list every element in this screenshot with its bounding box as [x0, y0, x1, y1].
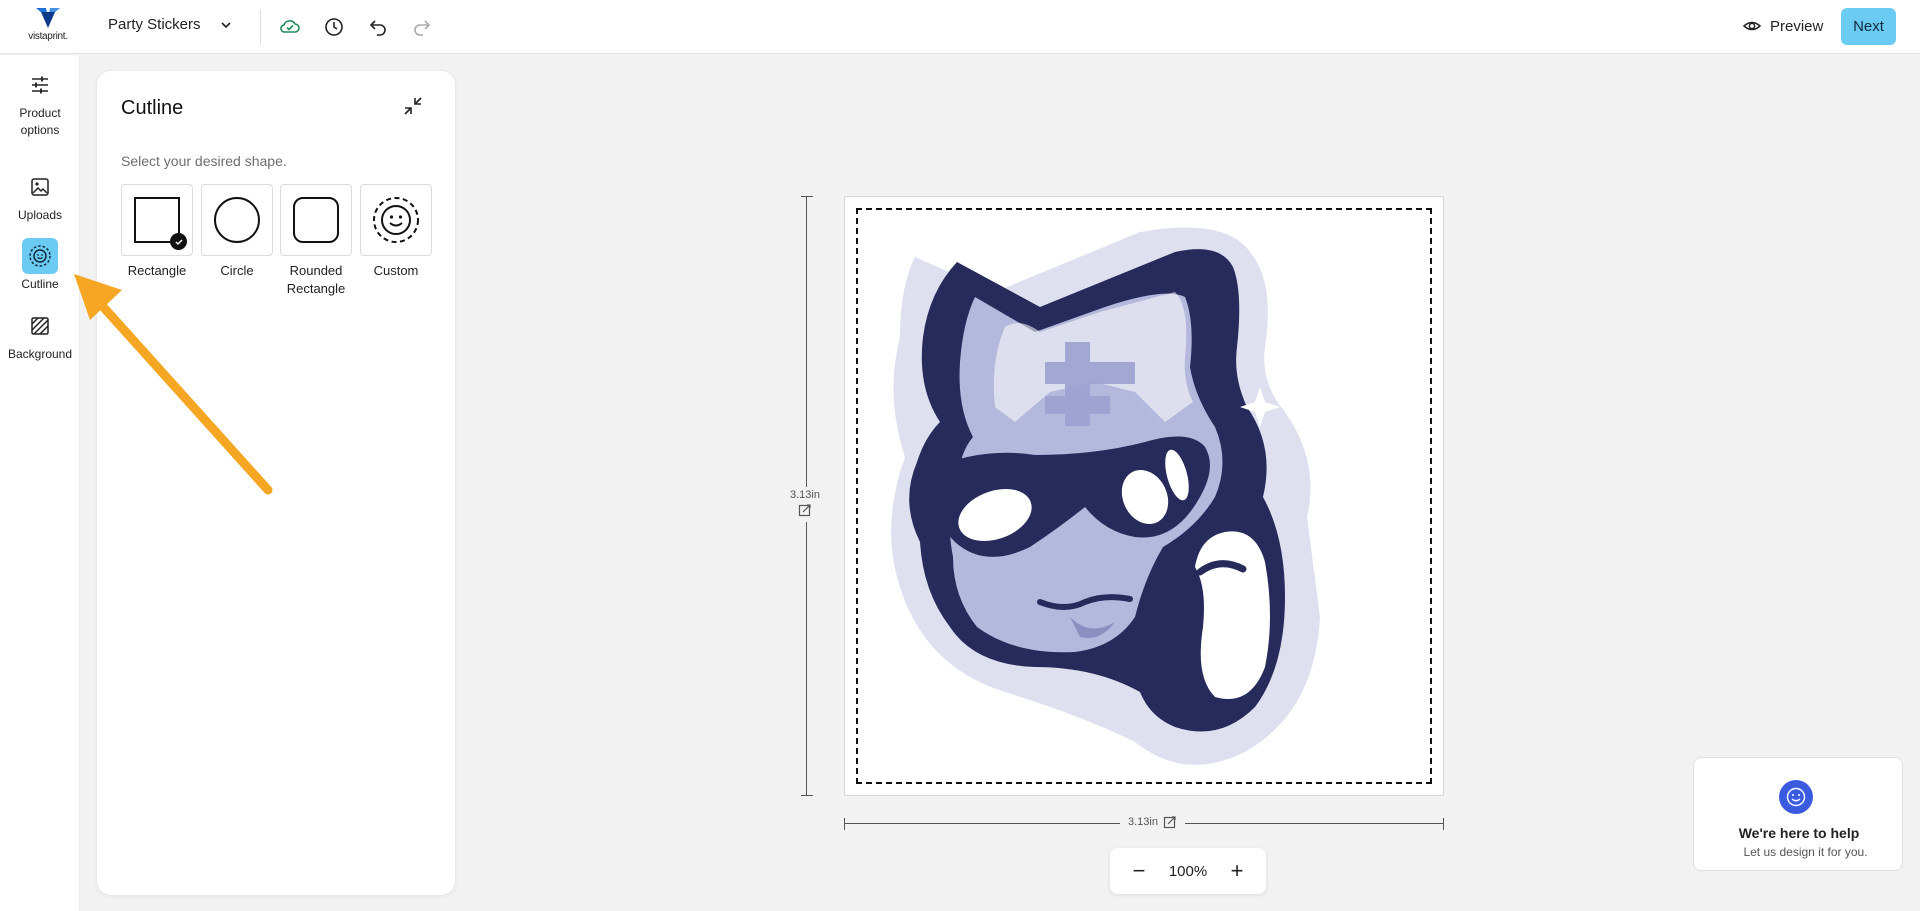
chevron-down-icon: [220, 21, 231, 28]
eye-icon: [1742, 21, 1762, 31]
rail-item-cutline[interactable]: Cutline: [0, 238, 80, 293]
vistaprint-logo[interactable]: vistaprint.: [22, 6, 74, 46]
rail-label-product: Product: [19, 106, 61, 120]
shape-label: Circle: [220, 263, 254, 278]
logo-text: vistaprint.: [28, 31, 68, 42]
panel-subtitle: Select your desired shape.: [121, 153, 287, 169]
preview-label: Preview: [1770, 17, 1824, 35]
design-canvas[interactable]: [844, 196, 1444, 796]
sliders-icon: [22, 67, 58, 103]
panel-title: Cutline: [121, 97, 184, 119]
shape-option-circle[interactable]: Circle: [201, 184, 273, 280]
zoom-level: 100%: [1168, 862, 1208, 880]
zoom-in-button[interactable]: +: [1228, 860, 1246, 882]
undo-icon[interactable]: [366, 15, 390, 39]
help-card[interactable]: We're here to help Let us design it for …: [1693, 757, 1903, 871]
rail-item-background[interactable]: Background: [0, 308, 80, 363]
shape-tile[interactable]: [360, 184, 432, 256]
cutline-icon: [22, 238, 58, 274]
rail-label-options: options: [20, 123, 60, 137]
next-button[interactable]: Next: [1841, 8, 1896, 45]
shape-option-rounded-rectangle[interactable]: Rounded Rectangle: [280, 184, 352, 298]
left-rail: Product options Uploads Cutline Backgrou…: [0, 55, 80, 911]
top-bar: vistaprint. Party Stickers Preview Next: [0, 0, 1920, 54]
custom-shape-icon: [373, 197, 419, 243]
document-name: Party Stickers: [108, 16, 201, 33]
toolbar-divider: [260, 10, 261, 44]
edit-dimension-icon: [798, 504, 811, 517]
preview-button[interactable]: Preview: [1742, 16, 1823, 36]
zoom-out-button[interactable]: −: [1130, 860, 1148, 882]
help-title: We're here to help: [1738, 825, 1860, 841]
image-icon: [22, 169, 58, 205]
shape-label: Rectangle: [127, 263, 187, 278]
rail-item-uploads[interactable]: Uploads: [0, 169, 80, 224]
circle-shape-icon: [214, 197, 260, 243]
rail-label-uploads: Uploads: [17, 208, 63, 222]
width-dimension[interactable]: 3.13in: [1120, 815, 1185, 829]
shape-option-rectangle[interactable]: Rectangle: [121, 184, 193, 280]
redo-icon[interactable]: [410, 15, 434, 39]
hatch-icon: [22, 308, 58, 344]
cloud-saved-icon[interactable]: [278, 15, 302, 39]
height-dimension[interactable]: 3.13in: [783, 487, 827, 522]
smiley-icon: [1779, 780, 1813, 814]
zoom-control: − 100% +: [1110, 848, 1266, 894]
shape-label: Custom: [373, 263, 419, 278]
width-label: 3.13in: [1128, 816, 1158, 828]
shape-tile[interactable]: [121, 184, 193, 256]
cat-sticker-image[interactable]: [845, 197, 1445, 797]
shape-option-custom[interactable]: Custom: [360, 184, 432, 280]
shape-label-line1: Rounded: [289, 263, 343, 278]
rail-label-background: Background: [7, 347, 73, 361]
rounded-rectangle-shape-icon: [293, 197, 339, 243]
help-subtitle: Let us design it for you.: [1743, 845, 1868, 859]
document-name-dropdown[interactable]: Party Stickers: [108, 16, 233, 33]
rail-label-cutline: Cutline: [21, 277, 59, 291]
shape-tile[interactable]: [201, 184, 273, 256]
height-label: 3.13in: [790, 489, 820, 501]
rail-item-product-options[interactable]: Product options: [0, 67, 80, 139]
cutline-panel: Cutline Select your desired shape. Recta…: [97, 71, 455, 895]
selected-check-icon: [170, 233, 187, 250]
history-icon[interactable]: [322, 15, 346, 39]
shape-tile[interactable]: [280, 184, 352, 256]
edit-dimension-icon: [1163, 816, 1176, 829]
collapse-panel-icon[interactable]: [402, 95, 424, 117]
logo-mark-icon: [36, 8, 60, 28]
shape-label-line2: Rectangle: [286, 281, 346, 296]
